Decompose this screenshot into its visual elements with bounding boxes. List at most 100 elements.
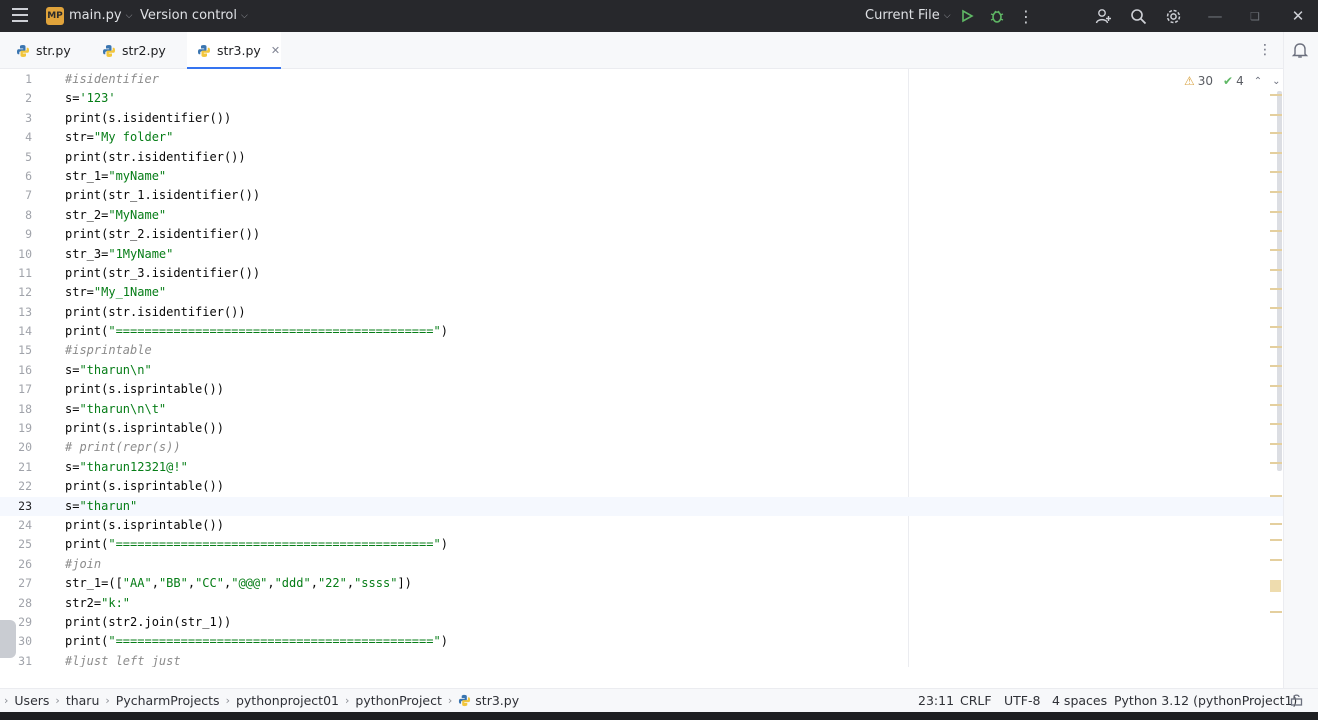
project-badge[interactable]: MP	[46, 7, 64, 25]
line-number: 24	[18, 517, 32, 532]
breadcrumb-item[interactable]: tharu	[66, 693, 100, 708]
breadcrumb-item[interactable]: str3.py	[475, 693, 519, 708]
code-line[interactable]: 15 #isprintable	[0, 341, 1283, 360]
breadcrumb-item[interactable]: pythonProject	[355, 693, 442, 708]
file-encoding[interactable]: UTF-8	[1004, 693, 1040, 708]
code-line[interactable]: 29 print(str2.join(str_1))	[0, 613, 1283, 632]
code-line[interactable]: 13 print(str.isidentifier())	[0, 303, 1283, 322]
warning-stripe-mark[interactable]	[1270, 171, 1282, 173]
code-line[interactable]: 21 s="tharun12321@!"	[0, 458, 1283, 477]
close-icon[interactable]: ✕	[1288, 6, 1308, 26]
code-line[interactable]: 26 #join	[0, 555, 1283, 574]
caret-position[interactable]: 23:11	[918, 693, 954, 708]
project-selector[interactable]: main.py ⌵	[69, 8, 132, 23]
code-line[interactable]: 18 s="tharun\n\t"	[0, 400, 1283, 419]
debug-icon[interactable]	[987, 6, 1007, 26]
code-line[interactable]: 5 print(str.isidentifier())	[0, 148, 1283, 167]
gear-icon[interactable]	[1163, 6, 1183, 26]
breadcrumb-item[interactable]: Users	[14, 693, 49, 708]
run-icon[interactable]	[957, 6, 977, 26]
indent-setting[interactable]: 4 spaces	[1052, 693, 1107, 708]
code-line[interactable]: 30 print("===============================…	[0, 632, 1283, 651]
warning-stripe-mark[interactable]	[1270, 443, 1282, 445]
warning-stripe-mark[interactable]	[1270, 580, 1281, 592]
minimize-icon[interactable]: —	[1205, 6, 1225, 26]
warning-stripe-mark[interactable]	[1270, 423, 1282, 425]
code-line[interactable]: 6 str_1="myName"	[0, 167, 1283, 186]
code-line[interactable]: 19 print(s.isprintable())	[0, 419, 1283, 438]
breadcrumb-item[interactable]: PycharmProjects	[116, 693, 220, 708]
code-line[interactable]: 10 str_3="1MyName"	[0, 245, 1283, 264]
breadcrumb-item[interactable]: pythonproject01	[236, 693, 339, 708]
warning-stripe-mark[interactable]	[1270, 191, 1282, 193]
code-line[interactable]: 3 print(s.isidentifier())	[0, 109, 1283, 128]
code-line[interactable]: 8 str_2="MyName"	[0, 206, 1283, 225]
tab-str3[interactable]: str3.py ✕	[187, 32, 281, 70]
warning-stripe-mark[interactable]	[1270, 404, 1282, 406]
add-user-icon[interactable]	[1093, 6, 1113, 26]
warning-stripe-mark[interactable]	[1270, 132, 1282, 134]
warning-stripe-mark[interactable]	[1270, 611, 1282, 613]
line-number: 23	[18, 498, 32, 513]
python-interpreter[interactable]: Python 3.12 (pythonProject1)	[1114, 693, 1297, 708]
warning-stripe-mark[interactable]	[1270, 211, 1282, 213]
code-line[interactable]: 25 print("===============================…	[0, 535, 1283, 554]
error-stripe[interactable]	[1270, 69, 1282, 667]
warning-stripe-mark[interactable]	[1270, 495, 1282, 497]
code-line[interactable]: 16 s="tharun\n"	[0, 361, 1283, 380]
warning-stripe-mark[interactable]	[1270, 326, 1282, 328]
code-line[interactable]: 14 print("===============================…	[0, 322, 1283, 341]
warning-stripe-mark[interactable]	[1270, 152, 1282, 154]
warning-stripe-mark[interactable]	[1270, 230, 1282, 232]
code-line[interactable]: 9 print(str_2.isidentifier())	[0, 225, 1283, 244]
code-line[interactable]: 24 print(s.isprintable())	[0, 516, 1283, 535]
python-file-icon	[17, 44, 29, 57]
line-separator[interactable]: CRLF	[960, 693, 992, 708]
code-editor[interactable]: 1 #isidentifier 2 s='123' 3 print(s.isidentif…	[0, 69, 1283, 667]
code-line[interactable]: 20 # print(repr(s))	[0, 438, 1283, 457]
code-line[interactable]: 1 #isidentifier	[0, 70, 1283, 89]
code-line[interactable]: 27 str_1=(["AA","BB","CC","@@@","ddd","22…	[0, 574, 1283, 593]
more-vertical-icon[interactable]: ⋮	[1016, 6, 1036, 26]
run-config-selector[interactable]: Current File ⌵	[865, 8, 951, 23]
code-line[interactable]: 22 print(s.isprintable())	[0, 477, 1283, 496]
tab-close-icon[interactable]: ✕	[271, 44, 280, 57]
code-line[interactable]: 4 str="My folder"	[0, 128, 1283, 147]
warning-stripe-mark[interactable]	[1270, 307, 1282, 309]
warning-stripe-mark[interactable]	[1270, 94, 1282, 96]
breadcrumb-separator: ›	[4, 694, 9, 707]
warning-stripe-mark[interactable]	[1270, 523, 1282, 525]
search-icon[interactable]	[1128, 6, 1148, 26]
warning-stripe-mark[interactable]	[1270, 269, 1282, 271]
side-panel-handle[interactable]	[0, 620, 16, 658]
code-line[interactable]: 12 str="My_1Name"	[0, 283, 1283, 302]
code-line[interactable]: 7 print(str_1.isidentifier())	[0, 186, 1283, 205]
chevron-up-icon[interactable]: ⌃	[1254, 76, 1262, 87]
tab-str2[interactable]: str2.py	[102, 32, 186, 69]
hamburger-menu-icon[interactable]	[12, 8, 28, 22]
code-text: s="tharun"	[65, 498, 138, 513]
lock-icon[interactable]	[1290, 693, 1303, 709]
warning-stripe-mark[interactable]	[1270, 114, 1282, 116]
tab-str[interactable]: str.py	[16, 32, 96, 69]
warning-stripe-mark[interactable]	[1270, 539, 1282, 541]
code-text: s="tharun\n"	[65, 362, 152, 377]
warning-stripe-mark[interactable]	[1270, 365, 1282, 367]
code-line[interactable]: 23 s="tharun"	[0, 496, 1283, 516]
warning-stripe-mark[interactable]	[1270, 288, 1282, 290]
warning-stripe-mark[interactable]	[1270, 559, 1282, 561]
code-line[interactable]: 11 print(str_3.isidentifier())	[0, 264, 1283, 283]
version-control-menu[interactable]: Version control ⌵	[140, 8, 248, 23]
code-line[interactable]: 2 s='123'	[0, 89, 1283, 108]
warning-stripe-mark[interactable]	[1270, 462, 1282, 464]
restore-icon[interactable]: ❏	[1245, 6, 1265, 26]
warning-stripe-mark[interactable]	[1270, 249, 1282, 251]
code-line[interactable]: 31 #ljust left just	[0, 652, 1283, 667]
notifications-bell-icon[interactable]	[1291, 41, 1311, 61]
code-line[interactable]: 17 print(s.isprintable())	[0, 380, 1283, 399]
warning-stripe-mark[interactable]	[1270, 346, 1282, 348]
warning-stripe-mark[interactable]	[1270, 385, 1282, 387]
tabs-more-icon[interactable]: ⋮	[1258, 42, 1272, 58]
code-line[interactable]: 28 str2="k:"	[0, 594, 1283, 613]
inspections-widget[interactable]: ⚠ 30 ✔ 4 ⌃ ⌄	[1184, 74, 1281, 88]
